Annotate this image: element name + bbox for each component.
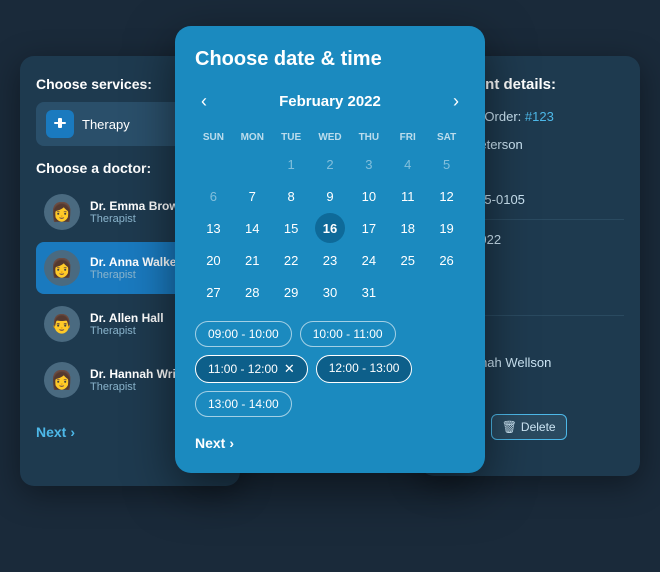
services-next-button[interactable]: Next › (36, 424, 75, 440)
calendar-dow: SAT (428, 128, 465, 147)
calendar-month: February 2022 (279, 93, 381, 110)
doctor-avatar: 👨 (44, 306, 80, 342)
calendar-day[interactable]: 21 (237, 245, 267, 275)
chevron-right-icon: › (70, 424, 75, 440)
calendar-day[interactable]: 8 (276, 181, 306, 211)
doctor-avatar: 👩 (44, 250, 80, 286)
calendar-day[interactable]: 30 (315, 277, 345, 307)
calendar-card: Choose date & time ‹ February 2022 › SUN… (175, 26, 485, 473)
calendar-day[interactable]: 20 (198, 245, 228, 275)
delete-button[interactable]: 🗑 Delete (491, 414, 567, 440)
calendar-day[interactable]: 12 (432, 181, 462, 211)
time-slot[interactable]: 12:00 - 13:00 (316, 355, 413, 383)
time-slot-label: 11:00 - 12:00 (208, 362, 278, 376)
calendar-day[interactable]: 7 (237, 181, 267, 211)
calendar-day[interactable]: 22 (276, 245, 306, 275)
chevron-right-icon-cal: › (229, 435, 234, 451)
related-order-link[interactable]: #123 (525, 109, 554, 124)
time-slot[interactable]: 09:00 - 10:00 (195, 321, 292, 347)
calendar-day[interactable]: 18 (393, 213, 423, 243)
calendar-day[interactable]: 11 (393, 181, 423, 211)
selected-service-label: Therapy (82, 117, 130, 132)
calendar-day[interactable]: 25 (393, 245, 423, 275)
time-slot[interactable]: 13:00 - 14:00 (195, 391, 292, 417)
close-icon[interactable]: ✕ (284, 361, 295, 377)
calendar-dow: MON (234, 128, 271, 147)
time-slot[interactable]: 10:00 - 11:00 (300, 321, 396, 347)
calendar-day[interactable]: 1 (276, 149, 306, 179)
calendar-day[interactable]: 24 (354, 245, 384, 275)
service-icon (46, 110, 74, 138)
calendar-day[interactable]: 29 (276, 277, 306, 307)
calendar-nav: ‹ February 2022 › (195, 89, 465, 114)
calendar-grid: SUNMONTUEWEDTHUFRISAT1234567891011121314… (195, 128, 465, 307)
calendar-day[interactable]: 16 (315, 213, 345, 243)
calendar-next-button[interactable]: Next › (195, 435, 234, 451)
calendar-day (198, 149, 228, 179)
calendar-day[interactable]: 28 (237, 277, 267, 307)
doctor-avatar: 👩 (44, 362, 80, 398)
calendar-day[interactable]: 10 (354, 181, 384, 211)
calendar-dow: TUE (273, 128, 310, 147)
prev-month-button[interactable]: ‹ (195, 89, 213, 114)
calendar-day[interactable]: 2 (315, 149, 345, 179)
trash-icon: 🗑 (502, 420, 517, 434)
calendar-day[interactable]: 19 (432, 213, 462, 243)
calendar-day[interactable]: 3 (354, 149, 384, 179)
calendar-day[interactable]: 14 (237, 213, 267, 243)
calendar-day (237, 149, 267, 179)
calendar-dow: THU (350, 128, 387, 147)
calendar-day (393, 277, 423, 307)
calendar-day[interactable]: 5 (432, 149, 462, 179)
calendar-day[interactable]: 27 (198, 277, 228, 307)
calendar-day (432, 277, 462, 307)
calendar-day[interactable]: 6 (198, 181, 228, 211)
calendar-day[interactable]: 26 (432, 245, 462, 275)
calendar-day[interactable]: 17 (354, 213, 384, 243)
calendar-title: Choose date & time (195, 48, 465, 71)
calendar-day[interactable]: 15 (276, 213, 306, 243)
calendar-dow: FRI (389, 128, 426, 147)
time-slots: 09:00 - 10:00 10:00 - 11:00 11:00 - 12:00 ✕… (195, 321, 465, 417)
calendar-dow: WED (312, 128, 349, 147)
calendar-day[interactable]: 9 (315, 181, 345, 211)
calendar-day[interactable]: 13 (198, 213, 228, 243)
doctor-avatar: 👩 (44, 194, 80, 230)
calendar-day[interactable]: 4 (393, 149, 423, 179)
calendar-day[interactable]: 31 (354, 277, 384, 307)
calendar-dow: SUN (195, 128, 232, 147)
next-month-button[interactable]: › (447, 89, 465, 114)
time-slot[interactable]: 11:00 - 12:00 ✕ (195, 355, 308, 383)
calendar-day[interactable]: 23 (315, 245, 345, 275)
